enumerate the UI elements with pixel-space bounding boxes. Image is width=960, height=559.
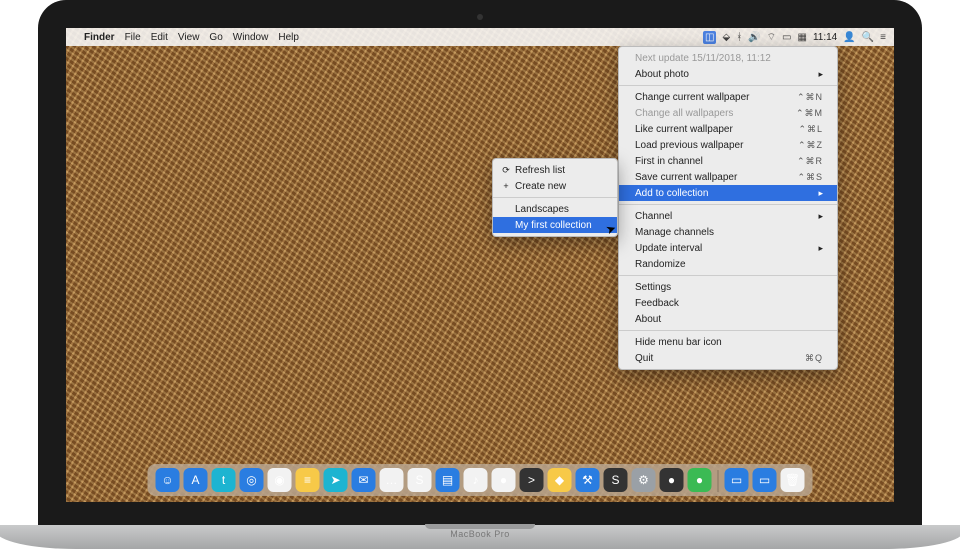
shortcut-label: ⌃⌘M xyxy=(796,108,823,119)
menu-quit[interactable]: Quit⌘Q xyxy=(619,350,837,366)
dropbox-icon[interactable]: ⬙ xyxy=(722,32,730,43)
shortcut-label: ⌃⌘L xyxy=(798,124,823,135)
menu-separator xyxy=(619,275,837,276)
laptop-mockup: Finder File Edit View Go Window Help ◫ ⬙… xyxy=(38,0,922,559)
menu-separator xyxy=(619,330,837,331)
menubar-clock[interactable]: 11:14 xyxy=(813,32,837,43)
menu-like[interactable]: Like current wallpaper⌃⌘L xyxy=(619,121,837,137)
folder-icon[interactable]: ▭ xyxy=(753,468,777,492)
menu-about-photo[interactable]: About photo▸ xyxy=(619,66,837,82)
downloads-folder-icon[interactable]: ▭ xyxy=(725,468,749,492)
music-icon[interactable]: ♪ xyxy=(464,468,488,492)
menu-add-to-collection[interactable]: Add to collection▸ xyxy=(619,185,837,201)
submenu-landscapes[interactable]: Landscapes xyxy=(493,201,617,217)
bluetooth-icon[interactable]: ᚼ xyxy=(736,32,742,43)
shortcut-label: ⌃⌘S xyxy=(797,172,823,183)
menu-update-interval[interactable]: Update interval▸ xyxy=(619,240,837,256)
volume-icon[interactable]: 🔊 xyxy=(748,32,760,43)
twitter-icon[interactable]: t xyxy=(212,468,236,492)
menu-bar: Finder File Edit View Go Window Help ◫ ⬙… xyxy=(66,28,894,46)
sublime-icon[interactable]: S xyxy=(604,468,628,492)
notes-icon[interactable]: ≡ xyxy=(296,468,320,492)
shortcut-label: ⌘Q xyxy=(805,353,823,364)
submenu-arrow-icon: ▸ xyxy=(818,243,823,254)
menu-separator xyxy=(493,197,617,198)
collection-submenu: ⟳Refresh list +Create new Landscapes My … xyxy=(492,158,618,237)
menu-load-prev[interactable]: Load previous wallpaper⌃⌘Z xyxy=(619,137,837,153)
camera-dot xyxy=(477,14,483,20)
submenu-arrow-icon: ▸ xyxy=(818,211,823,222)
submenu-arrow-icon: ▸ xyxy=(818,188,823,199)
app-generic-icon[interactable]: ● xyxy=(492,468,516,492)
menu-about[interactable]: About xyxy=(619,311,837,327)
menu-first-in-channel[interactable]: First in channel⌃⌘R xyxy=(619,153,837,169)
slack-icon[interactable]: S xyxy=(408,468,432,492)
menu-channel[interactable]: Channel▸ xyxy=(619,208,837,224)
submenu-create-new[interactable]: +Create new xyxy=(493,178,617,194)
shortcut-label: ⌃⌘N xyxy=(797,92,823,103)
menu-settings[interactable]: Settings xyxy=(619,279,837,295)
submenu-arrow-icon: ▸ xyxy=(818,69,823,80)
menu-feedback[interactable]: Feedback xyxy=(619,295,837,311)
app-store-icon[interactable]: A xyxy=(184,468,208,492)
telegram-icon[interactable]: ➤ xyxy=(324,468,348,492)
preferences-icon[interactable]: ⚙ xyxy=(632,468,656,492)
mail-icon[interactable]: ✉ xyxy=(352,468,376,492)
terminal-icon[interactable]: > xyxy=(520,468,544,492)
submenu-refresh[interactable]: ⟳Refresh list xyxy=(493,162,617,178)
menu-change-current[interactable]: Change current wallpaper⌃⌘N xyxy=(619,89,837,105)
trash-icon[interactable]: 🗑 xyxy=(781,468,805,492)
safari-icon[interactable]: ◎ xyxy=(240,468,264,492)
notification-center-icon[interactable]: ≡ xyxy=(880,32,886,43)
menubar-view[interactable]: View xyxy=(178,32,200,43)
app-dropdown-menu: Next update 15/11/2018, 11:12 About phot… xyxy=(618,46,838,370)
xcode-icon[interactable]: ⚒ xyxy=(576,468,600,492)
app-misc-2-icon[interactable]: ● xyxy=(688,468,712,492)
app-misc-1-icon[interactable]: ● xyxy=(660,468,684,492)
menu-separator xyxy=(619,85,837,86)
laptop-base: MacBook Pro xyxy=(0,525,960,549)
menubar-app-name[interactable]: Finder xyxy=(84,32,115,43)
shortcut-label: ⌃⌘Z xyxy=(798,140,823,151)
menu-change-all: Change all wallpapers⌃⌘M xyxy=(619,105,837,121)
menu-save[interactable]: Save current wallpaper⌃⌘S xyxy=(619,169,837,185)
menu-next-update: Next update 15/11/2018, 11:12 xyxy=(619,50,837,66)
dock: ☺At◎◉≡➤✉…S▤♪●>◆⚒S⚙●●▭▭🗑 xyxy=(148,464,813,496)
menubar-edit[interactable]: Edit xyxy=(151,32,168,43)
chrome-icon[interactable]: ◉ xyxy=(268,468,292,492)
spotlight-icon[interactable]: 🔍 xyxy=(862,32,874,43)
battery-icon[interactable]: ▭ xyxy=(782,32,791,43)
wifi-icon[interactable]: ⌔ xyxy=(767,31,776,44)
menu-randomize[interactable]: Randomize xyxy=(619,256,837,272)
submenu-my-first-collection[interactable]: My first collection xyxy=(493,217,617,233)
menubar-go[interactable]: Go xyxy=(209,32,222,43)
messages-icon[interactable]: … xyxy=(380,468,404,492)
plus-icon: + xyxy=(501,181,511,191)
menu-hide-icon[interactable]: Hide menu bar icon xyxy=(619,334,837,350)
screen-bezel: Finder File Edit View Go Window Help ◫ ⬙… xyxy=(38,0,922,530)
menu-separator xyxy=(619,204,837,205)
trello-icon[interactable]: ▤ xyxy=(436,468,460,492)
menu-manage-channels[interactable]: Manage channels xyxy=(619,224,837,240)
menubar-help[interactable]: Help xyxy=(278,32,299,43)
desktop-screen: Finder File Edit View Go Window Help ◫ ⬙… xyxy=(66,28,894,502)
refresh-icon: ⟳ xyxy=(501,165,511,176)
menubar-file[interactable]: File xyxy=(125,32,141,43)
menubar-window[interactable]: Window xyxy=(233,32,269,43)
input-flag-icon[interactable]: ▦ xyxy=(798,32,807,43)
finder-icon[interactable]: ☺ xyxy=(156,468,180,492)
shortcut-label: ⌃⌘R xyxy=(797,156,823,167)
sketch-icon[interactable]: ◆ xyxy=(548,468,572,492)
device-label: MacBook Pro xyxy=(450,529,510,539)
menubar-app-icon[interactable]: ◫ xyxy=(703,31,716,44)
dock-divider xyxy=(718,470,719,492)
user-icon[interactable]: 👤 xyxy=(843,32,855,43)
